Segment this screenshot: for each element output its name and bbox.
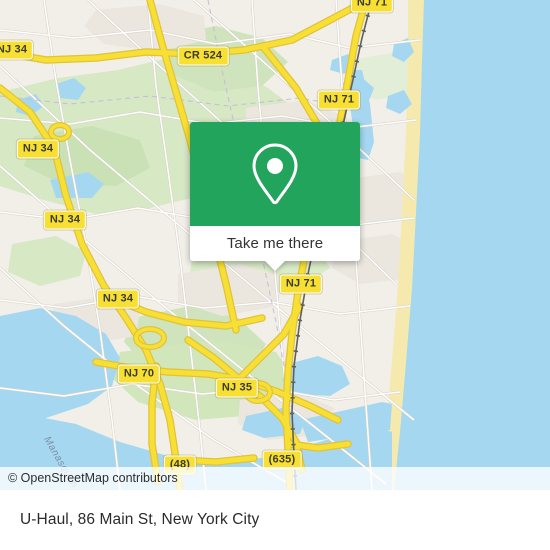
caption-bar: U-Haul, 86 Main St, New York City bbox=[0, 490, 550, 550]
route-shield[interactable]: NJ 34 bbox=[96, 289, 140, 309]
popup-header bbox=[190, 122, 360, 226]
popup-tail-pointer bbox=[264, 260, 286, 271]
location-popup-card[interactable]: Take me there bbox=[190, 122, 360, 271]
osm-attribution[interactable]: © OpenStreetMap contributors bbox=[0, 467, 550, 490]
map-canvas[interactable]: NJ 34 CR 524 NJ 71 NJ 71 NJ 34 NJ 34 NJ … bbox=[0, 0, 550, 490]
route-shield[interactable]: NJ 34 bbox=[0, 40, 34, 60]
route-shield[interactable]: NJ 71 bbox=[279, 274, 323, 294]
map-pin-icon bbox=[252, 143, 298, 205]
route-shield[interactable]: NJ 34 bbox=[43, 210, 87, 230]
route-shield[interactable]: NJ 70 bbox=[117, 364, 161, 384]
take-me-there-label: Take me there bbox=[226, 235, 324, 252]
route-shield[interactable]: CR 524 bbox=[177, 46, 229, 66]
route-shield[interactable]: NJ 71 bbox=[317, 90, 361, 110]
location-caption: U-Haul, 86 Main St, New York City bbox=[20, 511, 260, 528]
popup-footer[interactable]: Take me there bbox=[190, 226, 360, 261]
map-screenshot-root: NJ 34 CR 524 NJ 71 NJ 71 NJ 34 NJ 34 NJ … bbox=[0, 0, 550, 550]
route-shield[interactable]: NJ 35 bbox=[215, 378, 259, 398]
route-shield[interactable]: NJ 71 bbox=[350, 0, 394, 13]
route-shield[interactable]: NJ 34 bbox=[16, 139, 60, 159]
